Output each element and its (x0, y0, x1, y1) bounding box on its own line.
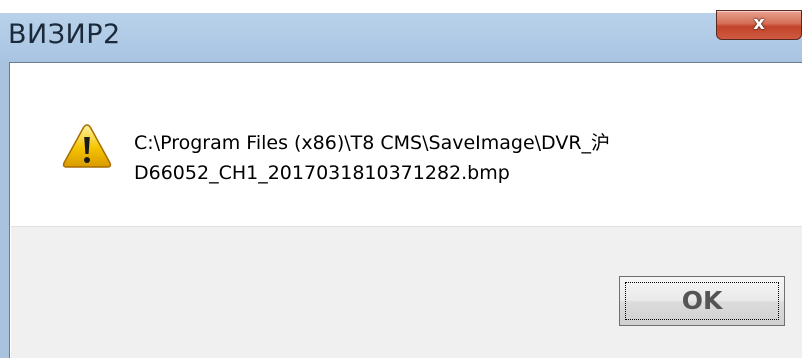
close-button[interactable]: x (716, 10, 802, 40)
title-bar[interactable]: ВИЗИР2 x (0, 0, 802, 62)
message-text: C:\Program Files (x86)\T8 CMS\SaveImage\… (134, 128, 794, 188)
message-box-window: ВИЗИР2 x C:\Program Files (x86)\T8 CMS\S… (0, 0, 802, 358)
window-frame-left (0, 62, 10, 358)
warning-icon (62, 124, 112, 168)
ok-button-label: OK (681, 286, 723, 315)
close-icon: x (753, 13, 765, 34)
message-line-2: D66052_CH1_2017031810371282.bmp (134, 162, 510, 184)
window-title: ВИЗИР2 (8, 19, 121, 50)
ok-button[interactable]: OK (619, 276, 785, 326)
message-line-1: C:\Program Files (x86)\T8 CMS\SaveImage\… (134, 132, 611, 154)
title-bar-top-edge (0, 0, 802, 13)
